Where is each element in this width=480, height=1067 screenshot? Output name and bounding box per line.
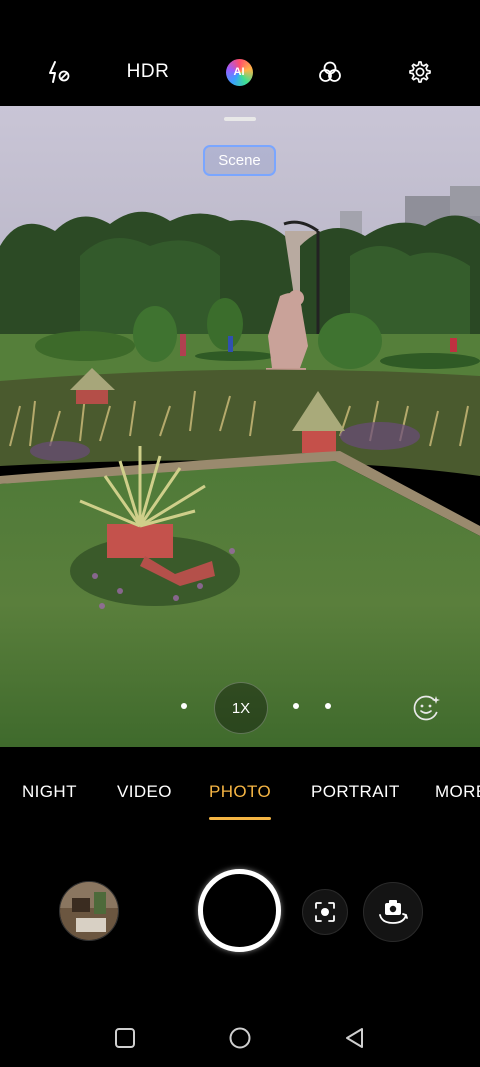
viewfinder-scene-image xyxy=(0,106,480,747)
beauty-mode-button[interactable] xyxy=(411,693,441,723)
filters-button[interactable] xyxy=(312,50,348,94)
scene-label: Scene xyxy=(218,152,261,169)
switch-camera-button[interactable] xyxy=(363,882,423,942)
hdr-label: HDR xyxy=(126,61,170,82)
active-mode-indicator xyxy=(209,817,271,820)
mode-video[interactable]: VIDEO xyxy=(117,782,172,802)
recents-button[interactable] xyxy=(109,1022,141,1054)
camera-viewfinder[interactable] xyxy=(0,106,480,747)
filters-icon xyxy=(319,61,341,82)
settings-button[interactable] xyxy=(402,50,438,94)
lens-scan-icon xyxy=(315,902,335,922)
back-button[interactable] xyxy=(339,1022,371,1054)
gallery-thumbnail[interactable] xyxy=(59,881,119,941)
flash-toggle-button[interactable] xyxy=(40,50,76,94)
square-recents-icon xyxy=(115,1028,135,1048)
zoom-option-dot[interactable] xyxy=(181,703,187,709)
last-photo-preview xyxy=(60,882,118,940)
zoom-button[interactable]: 1X xyxy=(214,682,268,734)
mode-photo[interactable]: PHOTO xyxy=(209,782,271,802)
ai-scene-button[interactable]: AI xyxy=(221,50,257,94)
zoom-option-dot[interactable] xyxy=(293,703,299,709)
circle-home-icon xyxy=(229,1027,251,1049)
triangle-back-icon xyxy=(346,1028,363,1048)
mode-portrait[interactable]: PORTRAIT xyxy=(311,782,400,802)
switch-camera-icon xyxy=(379,900,408,924)
mode-more[interactable]: MORE xyxy=(435,782,480,802)
shutter-button[interactable] xyxy=(198,869,281,952)
ai-icon: AI xyxy=(225,58,253,86)
flash-off-icon xyxy=(49,61,70,83)
beauty-face-icon xyxy=(413,695,440,721)
zoom-option-dot[interactable] xyxy=(325,703,331,709)
gear-icon xyxy=(409,61,431,83)
home-button[interactable] xyxy=(224,1022,256,1054)
mode-night[interactable]: NIGHT xyxy=(22,782,77,802)
panel-drag-handle[interactable] xyxy=(224,117,256,121)
zoom-label: 1X xyxy=(231,699,251,717)
ai-label: AI xyxy=(233,66,245,78)
google-lens-button[interactable] xyxy=(302,889,348,935)
scene-detection-badge[interactable]: Scene xyxy=(203,145,276,176)
hdr-button[interactable]: HDR xyxy=(124,50,172,94)
